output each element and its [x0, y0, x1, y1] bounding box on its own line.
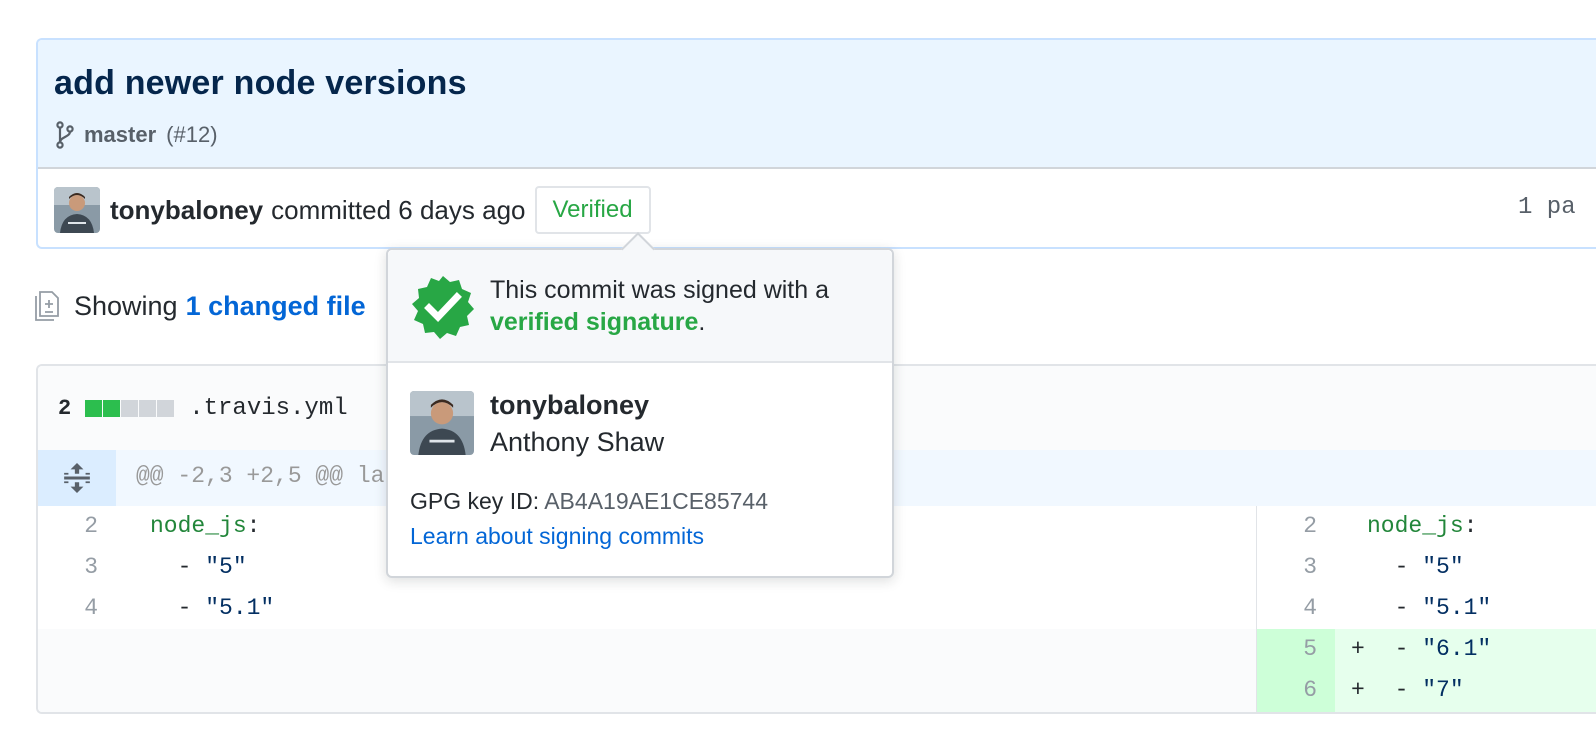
diff-marker: +: [1351, 636, 1365, 662]
yaml-dash: -: [1367, 636, 1423, 662]
signer-login[interactable]: tonybaloney: [490, 390, 649, 421]
line-number[interactable]: 4: [38, 588, 98, 629]
signature-message-suffix: .: [698, 308, 706, 336]
line-number[interactable]: 6: [1247, 670, 1317, 711]
diff-toc: Showing 1 changed file: [34, 286, 366, 326]
yaml-string: "6.1": [1422, 636, 1492, 662]
commit-header: add newer node versions master (#12): [38, 40, 1596, 169]
signature-message-prefix: This commit was signed with a: [490, 276, 830, 304]
diffstat-block-neutral: [121, 399, 139, 417]
verified-signature-text: verified signature: [490, 308, 699, 336]
yaml-colon: :: [246, 513, 261, 539]
yaml-dash: -: [1367, 677, 1423, 703]
signature-message: This commit was signed with a verified si…: [490, 274, 880, 338]
pull-request-ref[interactable]: (#12): [166, 122, 217, 148]
diff-right-pane: 2 node_js: 3 - "5" 4 - "5.1" 5 + - "6.1"…: [1256, 506, 1596, 712]
diffstat-blocks: [85, 399, 175, 417]
diffstat-block-add: [103, 399, 121, 417]
line-number[interactable]: 5: [1247, 629, 1317, 670]
yaml-string: "5.1": [205, 595, 275, 621]
gpg-key-label: GPG key ID:: [410, 488, 540, 514]
line-number[interactable]: 2: [38, 506, 98, 547]
unfold-icon[interactable]: [38, 450, 116, 506]
yaml-key: node_js: [150, 513, 247, 539]
avatar[interactable]: [54, 187, 100, 233]
line-number[interactable]: 4: [1247, 588, 1317, 629]
toc-prefix: Showing: [74, 290, 178, 321]
gpg-key-id: AB4A19AE1CE85744: [544, 488, 768, 514]
diffstat-block-add: [85, 399, 103, 417]
line-number[interactable]: 3: [1247, 547, 1317, 588]
yaml-dash: -: [1367, 595, 1423, 621]
yaml-dash: -: [1367, 554, 1423, 580]
diff-file-icon: [35, 291, 59, 321]
code-row-added: 6 + - "7": [1257, 670, 1596, 711]
verified-badge-icon: [412, 276, 474, 339]
file-name[interactable]: .travis.yml: [189, 395, 347, 422]
commit-meta: tonybaloney committed 6 days ago Verifie…: [54, 186, 651, 234]
gpg-key-row: GPG key ID: AB4A19AE1CE85744: [410, 488, 768, 515]
popover-header: This commit was signed with a verified si…: [388, 250, 892, 363]
line-number[interactable]: 2: [1247, 506, 1317, 547]
code-row: 4 - "5.1": [1257, 588, 1596, 629]
yaml-string: "7": [1422, 677, 1464, 703]
verified-badge[interactable]: Verified: [534, 186, 651, 234]
diffstat-count: 2: [58, 395, 72, 421]
commit-time-text: committed 6 days ago: [271, 194, 526, 225]
diffstat-block-neutral: [157, 399, 175, 417]
code-row: 4 - "5.1": [38, 588, 1256, 629]
hunk-header: @@ -2,3 +2,5 @@ la: [136, 463, 385, 489]
branch-name[interactable]: master: [84, 122, 156, 148]
line-number[interactable]: 3: [38, 547, 98, 588]
yaml-string: "5": [205, 554, 247, 580]
yaml-dash: -: [150, 595, 206, 621]
parent-label: 1 pa: [1518, 194, 1576, 221]
signer-full-name: Anthony Shaw: [490, 427, 665, 457]
code-row: 3 - "5": [1257, 547, 1596, 588]
diff-marker: +: [1351, 677, 1365, 703]
yaml-key: node_js: [1367, 513, 1464, 539]
yaml-string: "5.1": [1422, 595, 1492, 621]
signer-avatar[interactable]: [410, 391, 474, 455]
yaml-colon: :: [1463, 513, 1478, 539]
learn-signing-link[interactable]: Learn about signing commits: [410, 523, 704, 550]
commit-title: add newer node versions: [54, 64, 467, 102]
yaml-string: "5": [1422, 554, 1464, 580]
commit-box: add newer node versions master (#12) ton…: [36, 38, 1596, 249]
changed-files-link[interactable]: 1 changed file: [186, 291, 366, 322]
branch-row: master (#12): [54, 120, 218, 150]
code-row: 2 node_js:: [1257, 506, 1596, 547]
empty-cell: [38, 629, 1256, 712]
diffstat-block-neutral: [139, 399, 157, 417]
signature-popover: This commit was signed with a verified si…: [386, 232, 894, 578]
yaml-dash: -: [150, 554, 206, 580]
code-row-added: 5 + - "6.1": [1257, 629, 1596, 670]
git-branch-icon: [56, 121, 74, 149]
commit-author[interactable]: tonybaloney: [110, 195, 263, 226]
